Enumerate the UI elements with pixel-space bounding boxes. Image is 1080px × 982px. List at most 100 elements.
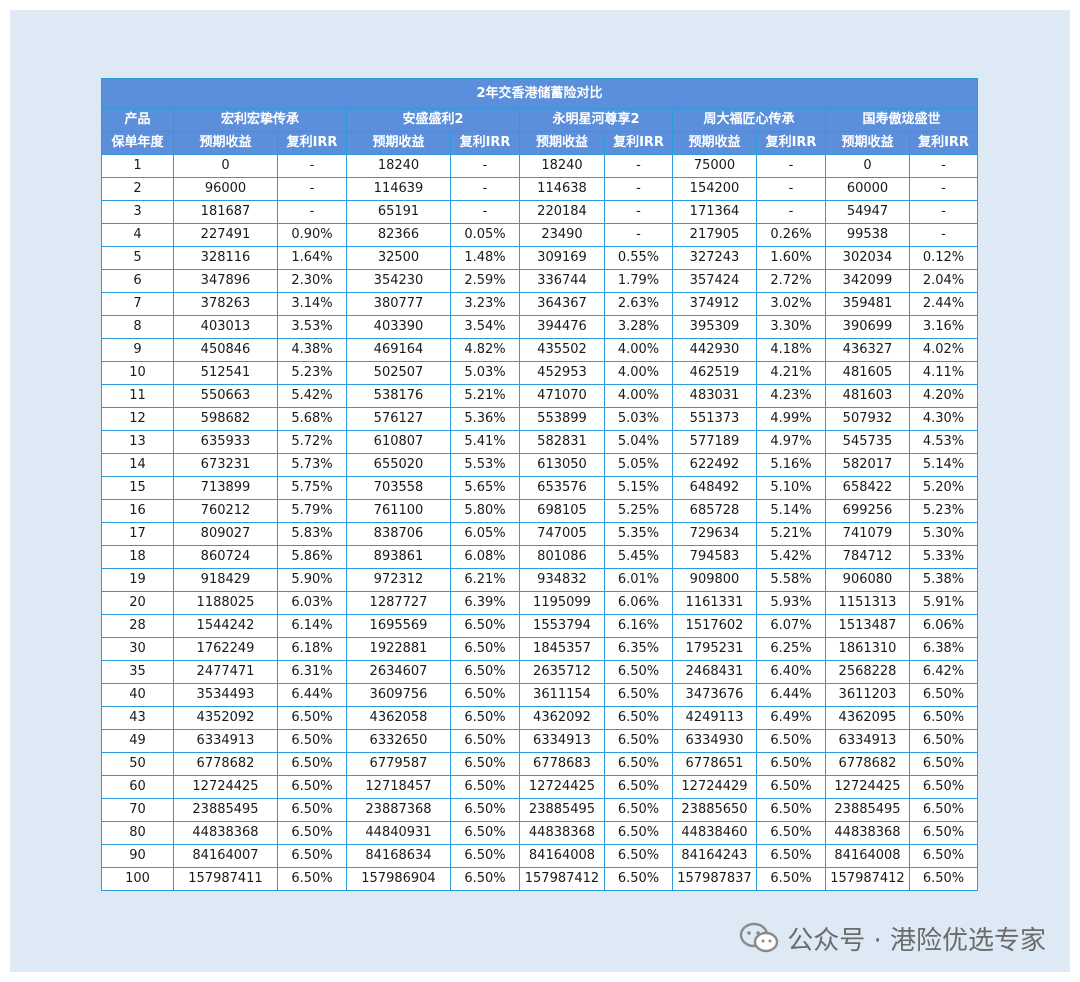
expected-return-cell: 374912 [672,292,757,316]
irr-cell: 3.53% [277,315,347,339]
irr-cell: 2.44% [908,292,979,316]
policy-year-cell: 30 [101,637,174,661]
expected-return-cell: 44840931 [346,821,451,845]
irr-cell: 6.35% [604,637,673,661]
expected-return-cell: 44838368 [825,821,910,845]
expected-return-cell: 12724425 [519,775,605,799]
table-row: 43 4352092 6.50% 4362058 6.50% 4362092 6.50% 42… [101,706,979,730]
irr-cell: 6.07% [756,614,826,638]
expected-return-cell: 893861 [346,545,451,569]
expected-return-cell: 82366 [346,223,451,247]
product-name: 宏利宏挚传承 [173,108,347,132]
irr-cell: 6.21% [450,568,520,592]
expected-return-cell: 512541 [173,361,278,385]
irr-cell: 5.65% [450,476,520,500]
expected-return-cell: 328116 [173,246,278,270]
policy-year-cell: 50 [101,752,174,776]
expected-return-cell: 336744 [519,269,605,293]
expected-return-cell: 6334930 [672,729,757,753]
irr-cell: - [604,223,673,247]
expected-return-cell: 12724425 [173,775,278,799]
irr-cell: - [450,154,520,178]
expected-return-cell: 6778651 [672,752,757,776]
expected-return-cell: 469164 [346,338,451,362]
irr-cell: 5.14% [756,499,826,523]
col-irr: 复利IRR [908,131,979,155]
irr-cell: 6.38% [908,637,979,661]
irr-cell: 5.23% [277,361,347,385]
expected-return-cell: 577189 [672,430,757,454]
expected-return-cell: 23885495 [519,798,605,822]
policy-year-cell: 11 [101,384,174,408]
policy-year-cell: 60 [101,775,174,799]
table-row: 9 450846 4.38% 469164 4.82% 435502 4.00% 442930… [101,338,979,362]
expected-return-cell: 1513487 [825,614,910,638]
expected-return-cell: 1795231 [672,637,757,661]
expected-return-cell: 6334913 [173,729,278,753]
expected-return-cell: 784712 [825,545,910,569]
irr-cell: 6.50% [450,752,520,776]
irr-cell: 5.21% [756,522,826,546]
table-row: 16 760212 5.79% 761100 5.80% 698105 5.25% 68572… [101,499,979,523]
irr-cell: 6.31% [277,660,347,684]
irr-cell: 5.42% [277,384,347,408]
irr-cell: 5.21% [450,384,520,408]
table-row: 20 1188025 6.03% 1287727 6.39% 1195099 6.06% 11… [101,591,979,615]
expected-return-cell: 729634 [672,522,757,546]
expected-return-cell: 32500 [346,246,451,270]
table-row: 4 227491 0.90% 82366 0.05% 23490-217905 0.26% 9… [101,223,979,247]
table-row: 5 328116 1.64% 32500 1.48% 309169 0.55% 327243 1… [101,246,979,270]
irr-cell: 6.50% [450,867,520,891]
expected-return-cell: 794583 [672,545,757,569]
irr-cell: 6.50% [277,752,347,776]
product-name: 周大福匠心传承 [672,108,826,132]
table-row: 80 44838368 6.50% 44840931 6.50% 44838368 6.50… [101,821,979,845]
expected-return-cell: 450846 [173,338,278,362]
expected-return-cell: 658422 [825,476,910,500]
expected-return-cell: 576127 [346,407,451,431]
expected-return-cell: 610807 [346,430,451,454]
expected-return-cell: 12724429 [672,775,757,799]
expected-return-cell: 553899 [519,407,605,431]
expected-return-cell: 809027 [173,522,278,546]
irr-cell: 1.79% [604,269,673,293]
expected-return-cell: 860724 [173,545,278,569]
product-header-row: 产品 宏利宏挚传承 安盛盛利2 永明星河尊享2 周大福匠心传承 国寿傲珑盛世 [101,108,979,132]
irr-cell: 4.02% [908,338,979,362]
table-title: 2年交香港储蓄险对比 [100,78,979,109]
expected-return-cell: 342099 [825,269,910,293]
expected-return-cell: 157986904 [346,867,451,891]
table-row: 19 918429 5.90% 972312 6.21% 934832 6.01% 90980… [101,568,979,592]
irr-cell: 4.99% [756,407,826,431]
irr-cell: 4.82% [450,338,520,362]
expected-return-cell: 648492 [672,476,757,500]
policy-year-cell: 17 [101,522,174,546]
col-irr: 复利IRR [450,131,520,155]
irr-cell: - [277,200,347,224]
expected-return-cell: 171364 [672,200,757,224]
expected-return-cell: 1845357 [519,637,605,661]
expected-return-cell: 3611154 [519,683,605,707]
expected-return-cell: 75000 [672,154,757,178]
table-row: 8 403013 3.53% 403390 3.54% 394476 3.28% 395309… [101,315,979,339]
irr-cell: 0.12% [908,246,979,270]
expected-return-cell: 99538 [825,223,910,247]
expected-return-cell: 23885495 [173,798,278,822]
irr-cell: 4.23% [756,384,826,408]
irr-cell: 6.50% [604,844,673,868]
expected-return-cell: 114638 [519,177,605,201]
col-irr: 复利IRR [604,131,673,155]
irr-cell: 5.53% [450,453,520,477]
expected-return-cell: 452953 [519,361,605,385]
policy-year-cell: 40 [101,683,174,707]
irr-cell: - [450,177,520,201]
table-row: 100 157987411 6.50% 157986904 6.50% 157987412… [101,867,979,891]
expected-return-cell: 4352092 [173,706,278,730]
expected-return-cell: 703558 [346,476,451,500]
expected-return-cell: 462519 [672,361,757,385]
irr-cell: 6.06% [604,591,673,615]
expected-return-cell: 4362058 [346,706,451,730]
table-row: 35 2477471 6.31% 2634607 6.50% 2635712 6.50% 24… [101,660,979,684]
irr-cell: - [604,177,673,201]
irr-cell: - [756,177,826,201]
